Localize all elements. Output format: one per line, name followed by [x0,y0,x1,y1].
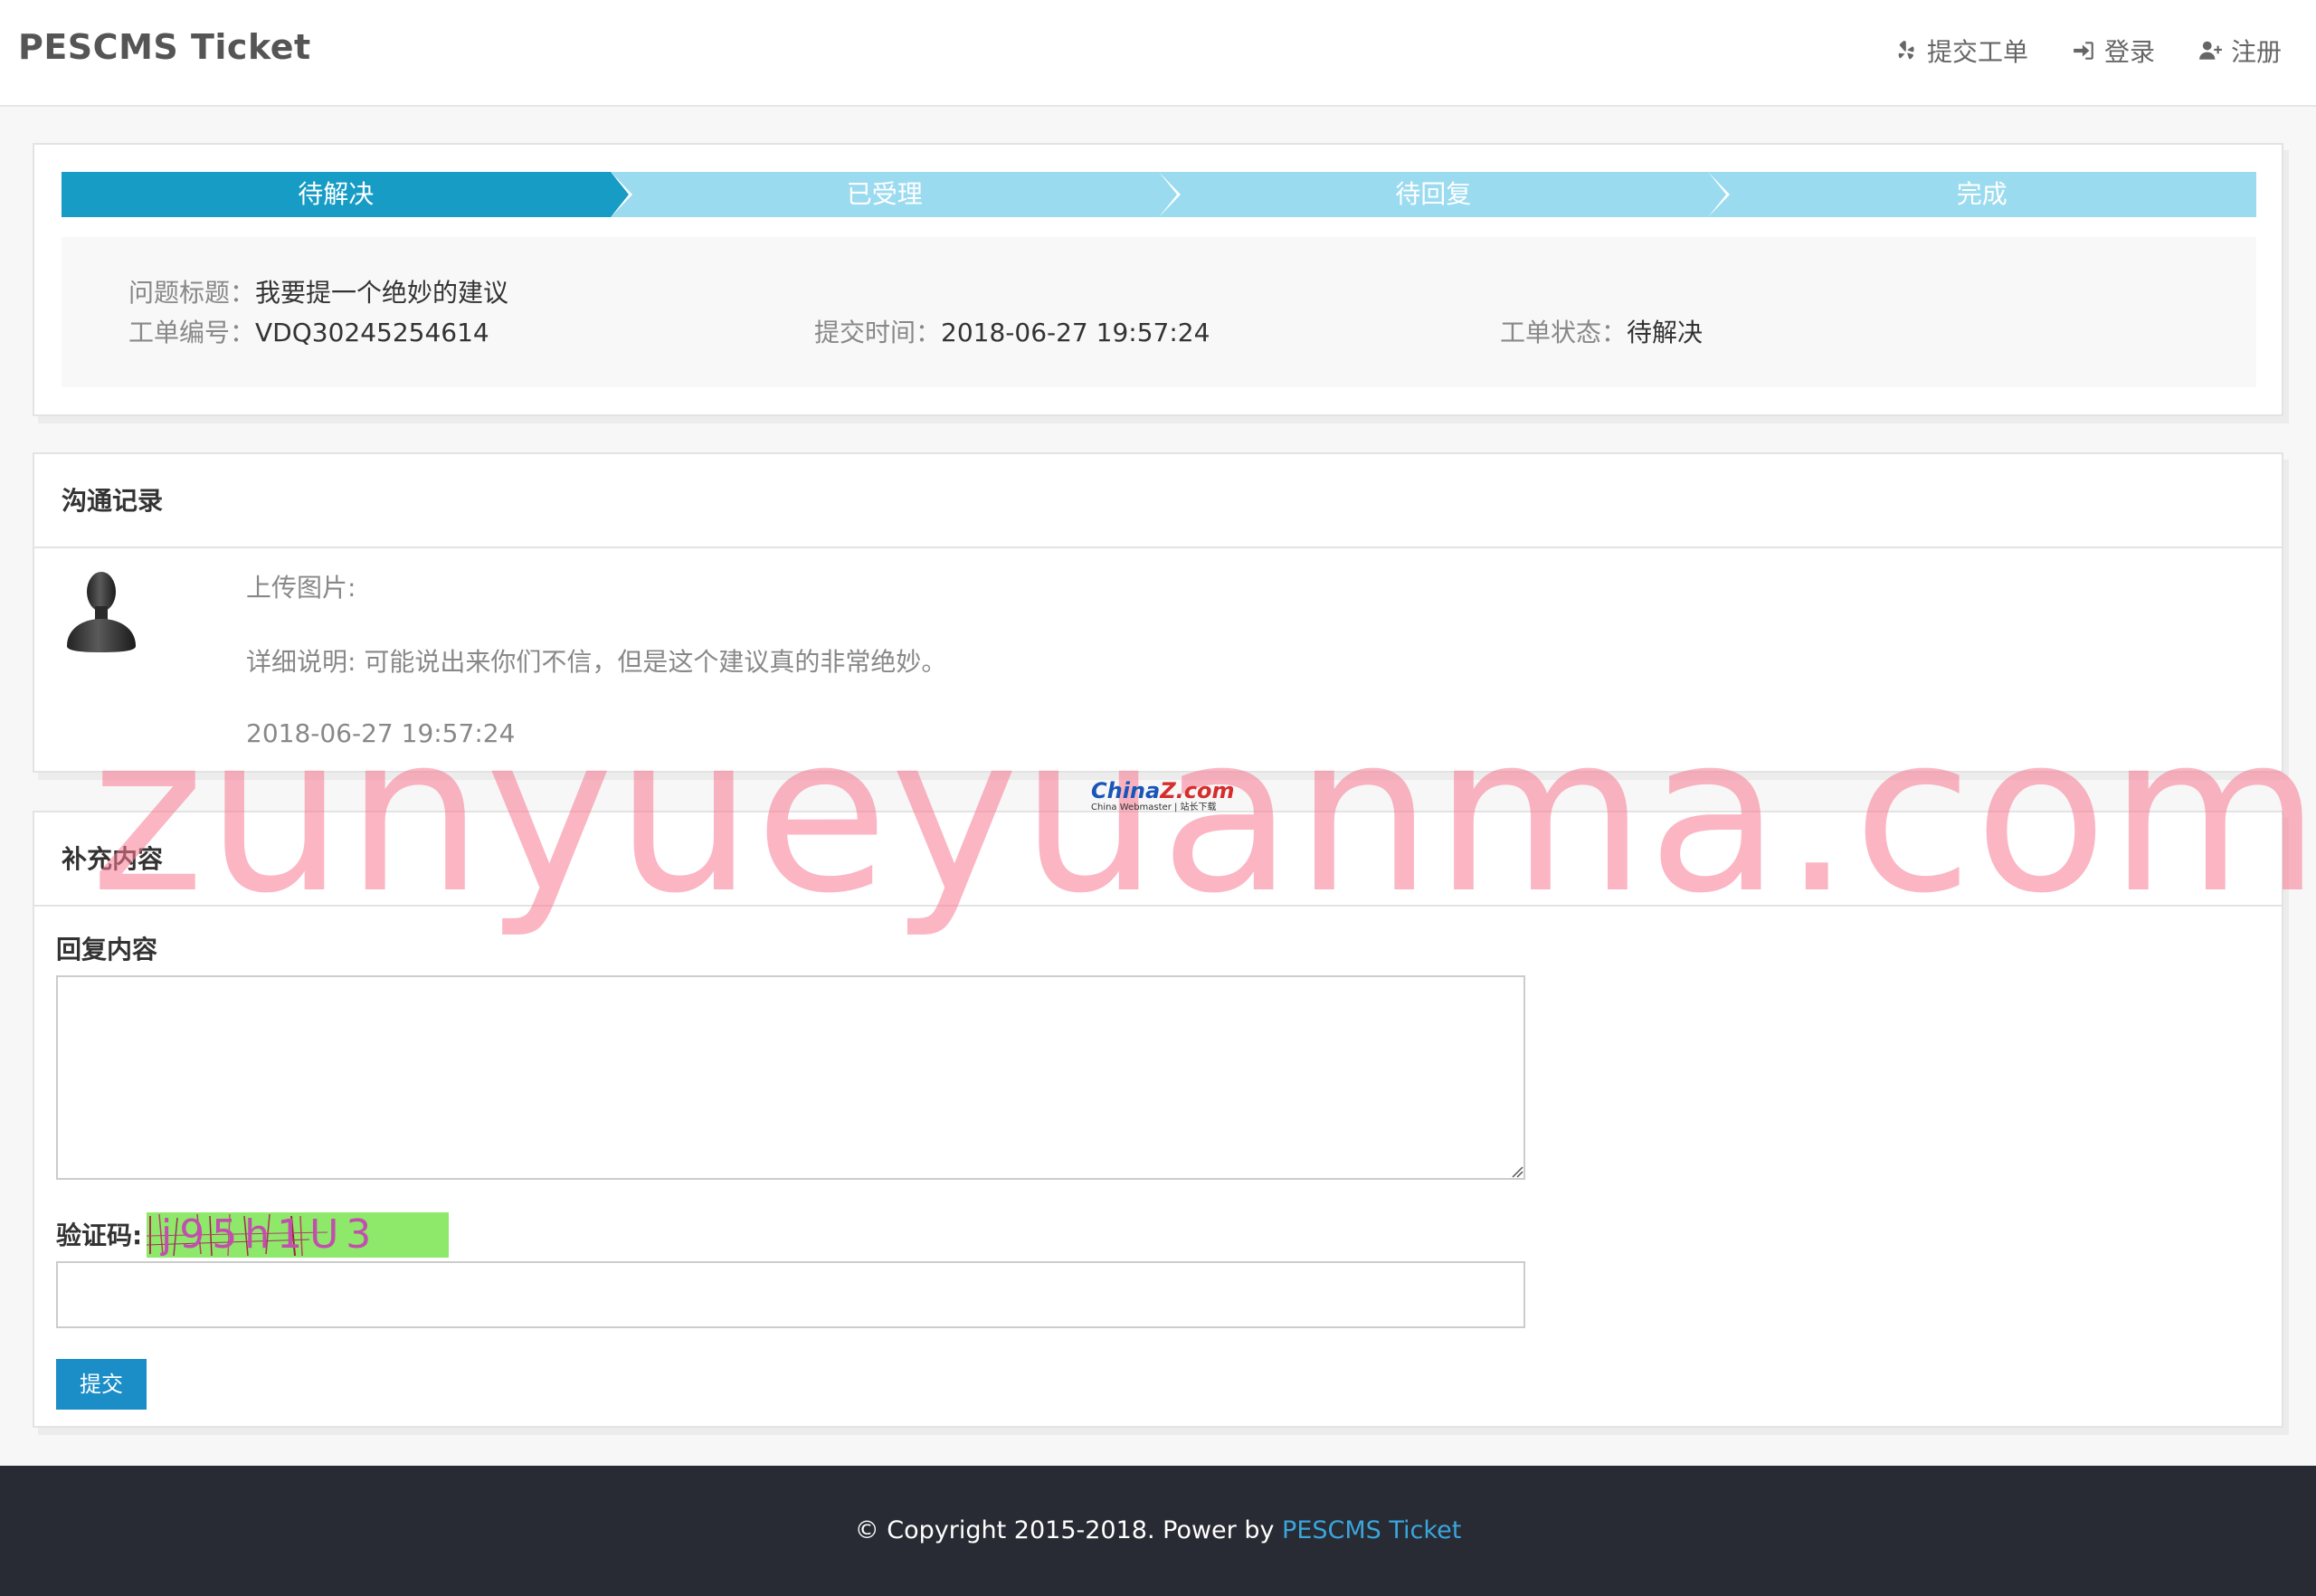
ticket-number-value: VDQ30245254614 [255,318,489,347]
nav-login[interactable]: 登录 [2072,33,2155,69]
comment-timestamp: 2018-06-27 19:57:24 [246,718,516,748]
sign-in-icon [2074,42,2093,60]
nav-login-label: 登录 [2103,37,2155,67]
yelp-icon [1898,41,1914,60]
chinaz-logo-accent: Z.com [1160,778,1235,803]
upload-image-label: 上传图片: [246,573,356,603]
ticket-status-value: 待解决 [1627,318,1704,347]
top-navbar: PESCMS Ticket 提交工单 登录 注册 [0,0,2316,107]
comment-detail: 详细说明: 可能说出来你们不信，但是这个建议真的非常绝妙。 [246,647,947,677]
ticket-title-value: 我要提一个绝妙的建议 [255,278,509,308]
footer-link[interactable]: PESCMS Ticket [1282,1516,1461,1544]
reply-heading: 补充内容 [34,812,2282,907]
nav-submit-ticket[interactable]: 提交工单 [1894,33,2028,69]
brand-logo[interactable]: PESCMS Ticket [18,27,311,67]
communication-panel: 沟通记录 上传图片: 详细说明: 可能说出来你们不信，但是这个建议真的非常绝妙。… [33,452,2283,773]
captcha-label: 验证码: [56,1221,143,1250]
captcha-input[interactable] [56,1261,1525,1328]
ticket-title-label: 问题标题： [128,278,256,308]
ticket-status-label: 工单状态： [1500,318,1628,347]
chinaz-logo-main: ChinaZ.com [1091,778,1234,803]
step-accepted-label: 已受理 [846,179,923,209]
chinaz-logo-main-text: China [1091,778,1161,803]
ticket-time-row: 提交时间：2018-06-27 19:57:24 [814,313,1210,349]
step-complete: 完成 [1707,172,2256,217]
step-pending-label: 待解决 [298,179,375,209]
nav-register[interactable]: 注册 [2198,33,2282,69]
step-awaiting-reply-label: 待回复 [1395,179,1472,209]
ticket-number-label: 工单编号： [128,318,256,347]
footer: © Copyright 2015-2018. Power by PESCMS T… [0,1466,2316,1596]
step-complete-label: 完成 [1956,179,2008,209]
ticket-status-row: 工单状态：待解决 [1500,313,1703,349]
user-plus-icon [2199,41,2222,60]
footer-copyright: © Copyright 2015-2018. Power by [854,1516,1283,1544]
resize-grip-icon[interactable] [1511,1165,1523,1178]
ticket-info: 问题标题：我要提一个绝妙的建议 工单编号：VDQ30245254614 提交时间… [62,237,2256,387]
reply-panel: 补充内容 回复内容 验证码: j95h1U3 提交 [33,811,2283,1428]
nav-submit-ticket-label: 提交工单 [1926,37,2028,67]
step-pending: 待解决 [62,172,632,217]
ticket-status-panel: 待解决 已受理 待回复 完成 问题标题：我要提一个绝妙的建议 工单编号：VDQ3… [33,143,2283,416]
step-awaiting-reply: 待回复 [1159,172,1730,217]
communication-heading: 沟通记录 [34,454,2282,548]
reply-content-textarea[interactable] [56,975,1525,1180]
step-accepted: 已受理 [610,172,1181,217]
ticket-title-row: 问题标题：我要提一个绝妙的建议 [128,273,508,309]
ticket-number-row: 工单编号：VDQ30245254614 [128,313,489,349]
progress-steps: 待解决 已受理 待回复 完成 [62,172,2256,217]
reply-content-label: 回复内容 [56,935,158,964]
nav-register-label: 注册 [2230,37,2282,67]
ticket-time-value: 2018-06-27 19:57:24 [941,318,1210,347]
submit-button[interactable]: 提交 [56,1359,147,1410]
top-nav: 提交工单 登录 注册 [1894,33,2282,69]
captcha-image[interactable]: j95h1U3 [147,1212,449,1258]
ticket-time-label: 提交时间： [814,318,942,347]
avatar-icon [67,572,136,652]
captcha-text: j95h1U3 [161,1212,379,1258]
